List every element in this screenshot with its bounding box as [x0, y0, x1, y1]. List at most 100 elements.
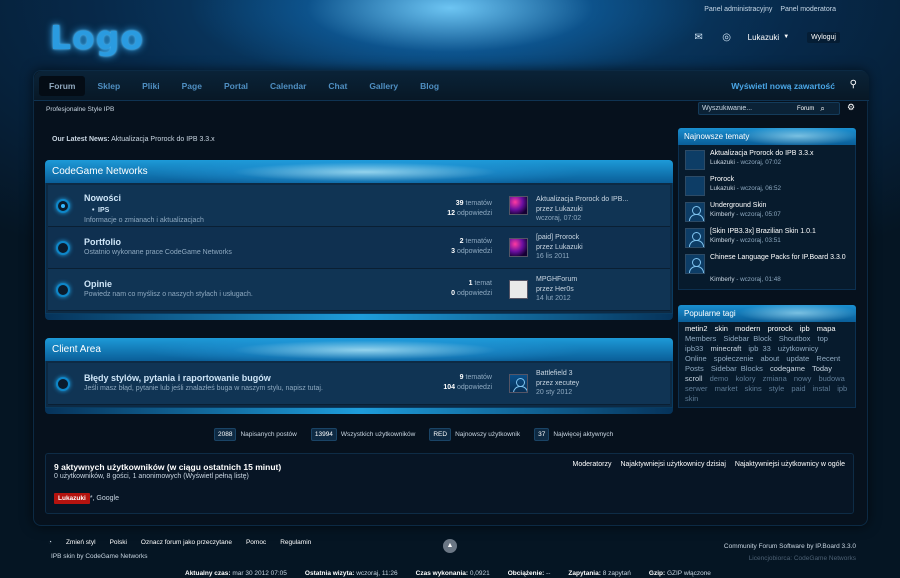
- tag-link[interactable]: społeczenie: [714, 354, 754, 363]
- scroll-to-top-icon[interactable]: ▲: [443, 539, 457, 553]
- last-post-avatar[interactable]: [509, 280, 528, 299]
- author-avatar[interactable]: [685, 176, 705, 196]
- tab-sklep[interactable]: Sklep: [87, 76, 130, 96]
- last-post-author[interactable]: przez Lukazuki: [536, 243, 583, 253]
- tag-link[interactable]: minecraft: [710, 344, 741, 353]
- subforum-link[interactable]: IPS: [92, 207, 109, 214]
- tag-link[interactable]: Members: [685, 334, 716, 343]
- tab-page[interactable]: Page: [172, 76, 212, 96]
- tab-top-today[interactable]: Najaktywniejsi użytkownicy dzisiaj: [620, 461, 725, 468]
- category-title[interactable]: CodeGame Networks: [45, 160, 673, 183]
- tag-link[interactable]: style: [769, 384, 784, 393]
- forum-title[interactable]: Błędy stylów, pytania i raportowanie bug…: [84, 373, 271, 383]
- tag-link[interactable]: mapa: [817, 324, 836, 333]
- tag-link[interactable]: nowy: [794, 374, 812, 383]
- news-link[interactable]: Aktualizacja Prorock do IPB 3.3.x: [111, 136, 215, 143]
- software-link[interactable]: Community Forum Software by IP.Board 3.3…: [724, 541, 856, 553]
- tag-link[interactable]: market: [715, 384, 738, 393]
- moderator-panel-link[interactable]: Panel moderatora: [778, 5, 838, 14]
- user-menu[interactable]: Lukazuki: [748, 33, 780, 42]
- tab-gallery[interactable]: Gallery: [359, 76, 408, 96]
- tab-blog[interactable]: Blog: [410, 76, 449, 96]
- author-avatar[interactable]: [685, 150, 705, 170]
- language-link[interactable]: Polski: [110, 539, 127, 546]
- tag-link[interactable]: Shoutbox: [779, 334, 811, 343]
- breadcrumb[interactable]: Profesjonalne Style IPB: [46, 106, 114, 113]
- tag-link[interactable]: codegame: [770, 364, 805, 373]
- latest-topic-title[interactable]: Chinese Language Packs for IP.Board 3.3.…: [710, 254, 855, 262]
- last-post-avatar[interactable]: [509, 238, 528, 257]
- latest-topic-title[interactable]: Aktualizacja Prorock do IPB 3.3.x: [710, 150, 855, 158]
- tag-link[interactable]: skins: [745, 384, 762, 393]
- author-avatar[interactable]: [685, 202, 705, 222]
- forum-title[interactable]: Nowości: [84, 193, 121, 203]
- tag-link[interactable]: ipb33: [685, 344, 703, 353]
- mark-read-link[interactable]: Oznacz forum jako przeczytane: [141, 539, 232, 546]
- author-avatar[interactable]: [685, 228, 705, 248]
- messages-icon[interactable]: ✉: [692, 31, 706, 43]
- latest-topic-author[interactable]: Kimberly: [710, 237, 735, 244]
- last-post-author[interactable]: przez xecutey: [536, 379, 579, 389]
- tag-link[interactable]: kolory: [735, 374, 755, 383]
- tag-link[interactable]: ipb: [800, 324, 810, 333]
- tab-chat[interactable]: Chat: [318, 76, 357, 96]
- latest-topic-title[interactable]: [Skin IPB3.3x] Brazilian Skin 1.0.1: [710, 228, 855, 236]
- tag-link[interactable]: Today: [812, 364, 832, 373]
- tag-link[interactable]: instal: [813, 384, 831, 393]
- notifications-icon[interactable]: ◎: [720, 31, 734, 43]
- tag-link[interactable]: update: [786, 354, 809, 363]
- latest-topic-title[interactable]: Prorock: [710, 176, 855, 184]
- tag-link[interactable]: modern: [735, 324, 760, 333]
- forum-title[interactable]: Portfolio: [84, 237, 121, 247]
- tag-link[interactable]: top: [818, 334, 828, 343]
- last-post-avatar[interactable]: [509, 374, 528, 393]
- latest-topic-author[interactable]: Kimberly: [710, 211, 735, 218]
- last-post-author[interactable]: przez Lukazuki: [536, 205, 628, 215]
- tag-link[interactable]: ipb 33: [748, 344, 770, 353]
- tab-calendar[interactable]: Calendar: [260, 76, 316, 96]
- tag-link[interactable]: skin: [715, 324, 728, 333]
- view-full-list-link[interactable]: (Wyświetl pełną listę): [183, 473, 249, 480]
- last-post-title[interactable]: Battlefield 3: [536, 369, 579, 379]
- view-new-content-link[interactable]: Wyświetl nową zawartość: [731, 81, 835, 91]
- tag-link[interactable]: budowa: [818, 374, 844, 383]
- tag-link[interactable]: serwer: [685, 384, 708, 393]
- last-post-title[interactable]: Aktualizacja Prorock do IPB...: [536, 195, 628, 205]
- online-user-badge[interactable]: Lukazuki: [54, 493, 90, 504]
- forum-title[interactable]: Opinie: [84, 279, 112, 289]
- logout-button[interactable]: Wyloguj: [807, 31, 840, 43]
- admin-panel-link[interactable]: Panel administracyjny: [702, 5, 774, 14]
- last-post-author[interactable]: przez Her0s: [536, 285, 577, 295]
- category-title[interactable]: Client Area: [45, 338, 673, 361]
- last-post-title[interactable]: MPGHForum: [536, 275, 577, 285]
- tab-moderators[interactable]: Moderatorzy: [573, 461, 612, 468]
- tab-pliki[interactable]: Pliki: [132, 76, 169, 96]
- latest-topic-author[interactable]: Lukazuki: [710, 159, 735, 166]
- latest-topic-title[interactable]: Underground Skin: [710, 202, 855, 210]
- rss-icon[interactable]: ◔: [48, 539, 52, 546]
- tag-link[interactable]: Sidebar Blocks: [711, 364, 763, 373]
- search-icon[interactable]: ⌕: [820, 104, 824, 114]
- author-avatar[interactable]: [685, 254, 705, 274]
- tag-link[interactable]: paid: [791, 384, 805, 393]
- site-logo[interactable]: Logo: [50, 18, 144, 57]
- search-input[interactable]: [699, 105, 794, 112]
- tag-link[interactable]: metin2: [685, 324, 708, 333]
- tab-top-overall[interactable]: Najaktywniejsi użytkownicy w ogóle: [735, 461, 845, 468]
- tab-portal[interactable]: Portal: [214, 76, 258, 96]
- help-link[interactable]: Pomoc: [246, 539, 266, 546]
- last-post-avatar[interactable]: [509, 196, 528, 215]
- tab-forum[interactable]: Forum: [39, 76, 86, 96]
- latest-topic-author[interactable]: Kimberly: [710, 276, 735, 283]
- latest-topic-author[interactable]: Lukazuki: [710, 185, 735, 192]
- tag-link[interactable]: scroll: [685, 374, 703, 383]
- last-post-title[interactable]: [paid] Prorock: [536, 233, 583, 243]
- newest-user-link[interactable]: RED: [429, 428, 452, 441]
- rules-link[interactable]: Regulamin: [280, 539, 311, 546]
- tag-link[interactable]: about: [760, 354, 779, 363]
- chevron-down-icon[interactable]: ▼: [783, 34, 789, 40]
- location-pin-icon[interactable]: ⚲: [850, 79, 857, 90]
- tag-link[interactable]: Online: [685, 354, 707, 363]
- skin-credit[interactable]: IPB skin by CodeGame Networks: [51, 553, 147, 560]
- change-skin-link[interactable]: Zmień styl: [66, 539, 96, 546]
